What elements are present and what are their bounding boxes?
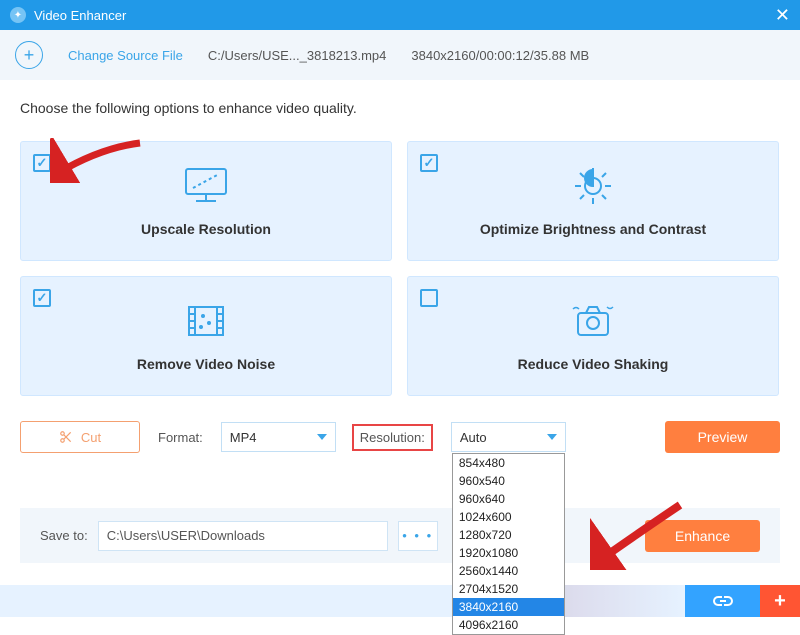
scissors-icon — [59, 430, 73, 444]
card-label: Upscale Resolution — [141, 221, 271, 237]
chevron-down-icon — [317, 434, 327, 440]
save-path-field[interactable]: C:\Users\USER\Downloads — [98, 521, 388, 551]
resolution-option[interactable]: 960x540 — [453, 472, 564, 490]
resolution-option[interactable]: 1024x600 — [453, 508, 564, 526]
controls-row: Cut Format: MP4 Resolution: Auto 854x480… — [20, 421, 780, 453]
card-label: Reduce Video Shaking — [518, 356, 669, 372]
brightness-icon — [568, 166, 618, 211]
link-icon[interactable] — [685, 585, 760, 617]
resolution-option[interactable]: 854x480 — [453, 454, 564, 472]
format-value: MP4 — [230, 430, 257, 445]
checkbox-noise[interactable] — [33, 289, 51, 307]
resolution-option[interactable]: 3840x2160 — [453, 598, 564, 616]
card-label: Remove Video Noise — [137, 356, 275, 372]
resolution-option-list[interactable]: 854x480960x540960x6401024x6001280x720192… — [452, 453, 565, 635]
checkbox-upscale[interactable] — [33, 154, 51, 172]
source-path: C:/Users/USE..._3818213.mp4 — [208, 48, 386, 63]
instruction-text: Choose the following options to enhance … — [20, 100, 780, 116]
film-icon — [181, 301, 231, 346]
monitor-icon — [181, 166, 231, 211]
resolution-value: Auto — [460, 430, 487, 445]
checkbox-brightness[interactable] — [420, 154, 438, 172]
bottom-strip: + — [0, 585, 800, 617]
resolution-label: Resolution: — [352, 424, 433, 451]
resolution-option[interactable]: 960x640 — [453, 490, 564, 508]
resolution-option[interactable]: 1280x720 — [453, 526, 564, 544]
source-info: 3840x2160/00:00:12/35.88 MB — [411, 48, 589, 63]
camera-icon — [568, 301, 618, 346]
cut-label: Cut — [81, 430, 101, 445]
format-label: Format: — [158, 430, 203, 445]
annotation-arrow — [590, 500, 685, 570]
close-icon[interactable]: ✕ — [775, 5, 790, 26]
source-bar: + Change Source File C:/Users/USE..._381… — [0, 30, 800, 80]
add-file-icon[interactable]: + — [15, 41, 43, 69]
app-title: Video Enhancer — [34, 8, 126, 23]
add-button[interactable]: + — [760, 585, 800, 617]
checkbox-shaking[interactable] — [420, 289, 438, 307]
card-remove-noise[interactable]: Remove Video Noise — [20, 276, 392, 396]
resolution-option[interactable]: 4096x2160 — [453, 616, 564, 634]
annotation-arrow — [50, 138, 145, 183]
resolution-dropdown[interactable]: Auto 854x480960x540960x6401024x6001280x7… — [451, 422, 566, 452]
format-dropdown[interactable]: MP4 — [221, 422, 336, 452]
change-source-button[interactable]: Change Source File — [68, 48, 183, 63]
resolution-option[interactable]: 2560x1440 — [453, 562, 564, 580]
card-label: Optimize Brightness and Contrast — [480, 221, 706, 237]
save-to-label: Save to: — [40, 528, 88, 543]
resolution-option[interactable]: 2704x1520 — [453, 580, 564, 598]
app-logo-icon — [10, 7, 26, 23]
preview-button[interactable]: Preview — [665, 421, 780, 453]
chevron-down-icon — [547, 434, 557, 440]
cut-button[interactable]: Cut — [20, 421, 140, 453]
bottom-strip-left — [0, 585, 465, 617]
titlebar: Video Enhancer ✕ — [0, 0, 800, 30]
card-brightness-contrast[interactable]: Optimize Brightness and Contrast — [407, 141, 779, 261]
card-reduce-shaking[interactable]: Reduce Video Shaking — [407, 276, 779, 396]
resolution-option[interactable]: 1920x1080 — [453, 544, 564, 562]
browse-button[interactable]: • • • — [398, 521, 438, 551]
